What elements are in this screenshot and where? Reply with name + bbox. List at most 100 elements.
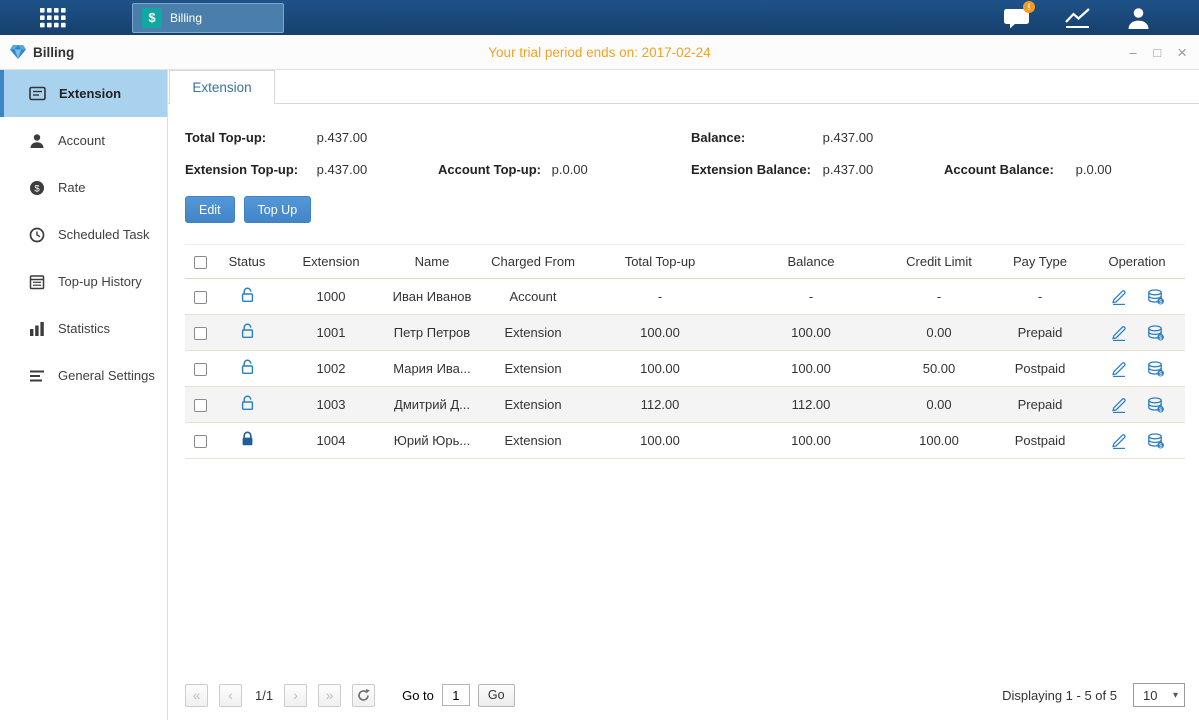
cell-name: Мария Ива...: [383, 351, 481, 387]
extension-balance-field: Extension Balance: p.437.00: [691, 162, 944, 177]
extension-topup-label: Extension Top-up:: [185, 162, 313, 177]
billing-gem-icon: [10, 45, 26, 59]
maximize-icon[interactable]: □: [1153, 46, 1161, 59]
cell-credit-limit: 100.00: [887, 423, 991, 459]
tab-bar: Extension: [168, 70, 1199, 104]
table-header-row: Status Extension Name Charged From Total…: [185, 245, 1185, 279]
top-up-row-button[interactable]: $: [1147, 325, 1164, 341]
prev-page-button[interactable]: ‹: [219, 684, 242, 707]
row-checkbox[interactable]: [194, 327, 207, 340]
reports-button[interactable]: [1062, 5, 1092, 31]
cell-credit-limit: 0.00: [887, 387, 991, 423]
sidebar-item-account[interactable]: Account: [0, 117, 167, 164]
svg-text:$: $: [1159, 443, 1162, 449]
sidebar-item-general-settings[interactable]: General Settings: [0, 352, 167, 399]
billing-app-tab-label: Billing: [170, 11, 202, 25]
cell-credit-limit: -: [887, 279, 991, 315]
row-checkbox[interactable]: [194, 291, 207, 304]
page-size-select[interactable]: 10 ▾: [1133, 683, 1185, 707]
edit-row-button[interactable]: [1111, 433, 1127, 449]
cell-name: Юрий Юрь...: [383, 423, 481, 459]
edit-row-button[interactable]: [1111, 361, 1127, 377]
cell-pay-type: Prepaid: [991, 315, 1089, 351]
coins-icon: $: [1147, 361, 1164, 377]
extension-icon: [29, 85, 46, 102]
go-button[interactable]: Go: [478, 684, 515, 707]
chevron-down-icon: ▾: [1173, 690, 1178, 701]
header-credit-limit: Credit Limit: [887, 245, 991, 279]
pencil-icon: [1111, 397, 1127, 413]
billing-summary: Total Top-up: p.437.00 Balance: p.437.00…: [168, 104, 1199, 177]
coins-icon: $: [1147, 289, 1164, 305]
top-up-row-button[interactable]: $: [1147, 289, 1164, 305]
sidebar-item-label: Scheduled Task: [58, 227, 150, 242]
pencil-icon: [1111, 361, 1127, 377]
top-up-row-button[interactable]: $: [1147, 433, 1164, 449]
header-charged-from: Charged From: [481, 245, 585, 279]
account-balance-value: p.0.00: [1076, 162, 1112, 177]
cell-balance: 112.00: [735, 387, 887, 423]
cell-name: Иван Иванов: [383, 279, 481, 315]
sidebar-item-topup-history[interactable]: Top-up History: [0, 258, 167, 305]
last-page-button[interactable]: »: [318, 684, 341, 707]
select-all-checkbox[interactable]: [194, 256, 207, 269]
top-up-button[interactable]: Top Up: [244, 196, 312, 223]
row-checkbox[interactable]: [194, 399, 207, 412]
table-row: 1002 Мария Ива... Extension 100.00 100.0…: [185, 351, 1185, 387]
pagination-bar: « ‹ 1/1 › » Go to Go Displaying 1 - 5 of…: [168, 670, 1199, 720]
top-up-row-button[interactable]: $: [1147, 397, 1164, 413]
sidebar-item-scheduled-task[interactable]: Scheduled Task: [0, 211, 167, 258]
first-page-button[interactable]: «: [185, 684, 208, 707]
apps-grid-button[interactable]: [0, 0, 86, 35]
action-buttons: Edit Top Up: [185, 196, 1199, 223]
displaying-text: Displaying 1 - 5 of 5: [1002, 688, 1117, 703]
sidebar-item-label: Extension: [59, 86, 121, 101]
cell-charged-from: Account: [481, 279, 585, 315]
header-total-topup: Total Top-up: [585, 245, 735, 279]
svg-text:$: $: [1159, 299, 1162, 305]
extension-balance-label: Extension Balance:: [691, 162, 819, 177]
total-topup-label: Total Top-up:: [185, 130, 313, 145]
billing-app-tab[interactable]: $ Billing: [132, 3, 284, 33]
cell-charged-from: Extension: [481, 315, 585, 351]
unlock-icon: [240, 323, 255, 339]
sidebar-item-extension[interactable]: Extension: [0, 70, 167, 117]
cell-balance: -: [735, 279, 887, 315]
edit-row-button[interactable]: [1111, 325, 1127, 341]
table-row: 1004 Юрий Юрь... Extension 100.00 100.00…: [185, 423, 1185, 459]
tab-extension[interactable]: Extension: [169, 70, 275, 104]
cell-pay-type: Postpaid: [991, 351, 1089, 387]
cell-pay-type: Postpaid: [991, 423, 1089, 459]
top-up-row-button[interactable]: $: [1147, 361, 1164, 377]
row-checkbox[interactable]: [194, 435, 207, 448]
cell-status: [215, 351, 279, 387]
cell-total-topup: 100.00: [585, 423, 735, 459]
page-size-value: 10: [1143, 688, 1157, 703]
header-extension: Extension: [279, 245, 383, 279]
minimize-icon[interactable]: −: [1129, 46, 1137, 60]
billing-dollar-icon: $: [142, 8, 162, 28]
window-header: Billing Your trial period ends on: 2017-…: [0, 35, 1199, 70]
messages-button[interactable]: !: [1001, 5, 1031, 31]
balance-field: Balance: p.437.00: [691, 130, 944, 145]
unlock-icon: [240, 359, 255, 375]
sidebar-item-rate[interactable]: $ Rate: [0, 164, 167, 211]
row-checkbox[interactable]: [194, 363, 207, 376]
window-title: Billing: [0, 45, 74, 60]
edit-row-button[interactable]: [1111, 289, 1127, 305]
header-operation: Operation: [1089, 245, 1185, 279]
content-area: Extension Account $ Rate Scheduled Task: [0, 70, 1199, 720]
next-page-button[interactable]: ›: [284, 684, 307, 707]
account-topup-label: Account Top-up:: [438, 162, 548, 177]
rate-coin-icon: $: [29, 180, 45, 196]
edit-row-button[interactable]: [1111, 397, 1127, 413]
cell-total-topup: 100.00: [585, 315, 735, 351]
close-icon[interactable]: ×: [1177, 44, 1187, 61]
unlock-icon: [240, 395, 255, 411]
refresh-button[interactable]: [352, 684, 375, 707]
edit-button[interactable]: Edit: [185, 196, 235, 223]
account-menu-button[interactable]: [1123, 5, 1153, 31]
cell-credit-limit: 0.00: [887, 315, 991, 351]
sidebar-item-statistics[interactable]: Statistics: [0, 305, 167, 352]
goto-page-input[interactable]: [442, 684, 470, 706]
